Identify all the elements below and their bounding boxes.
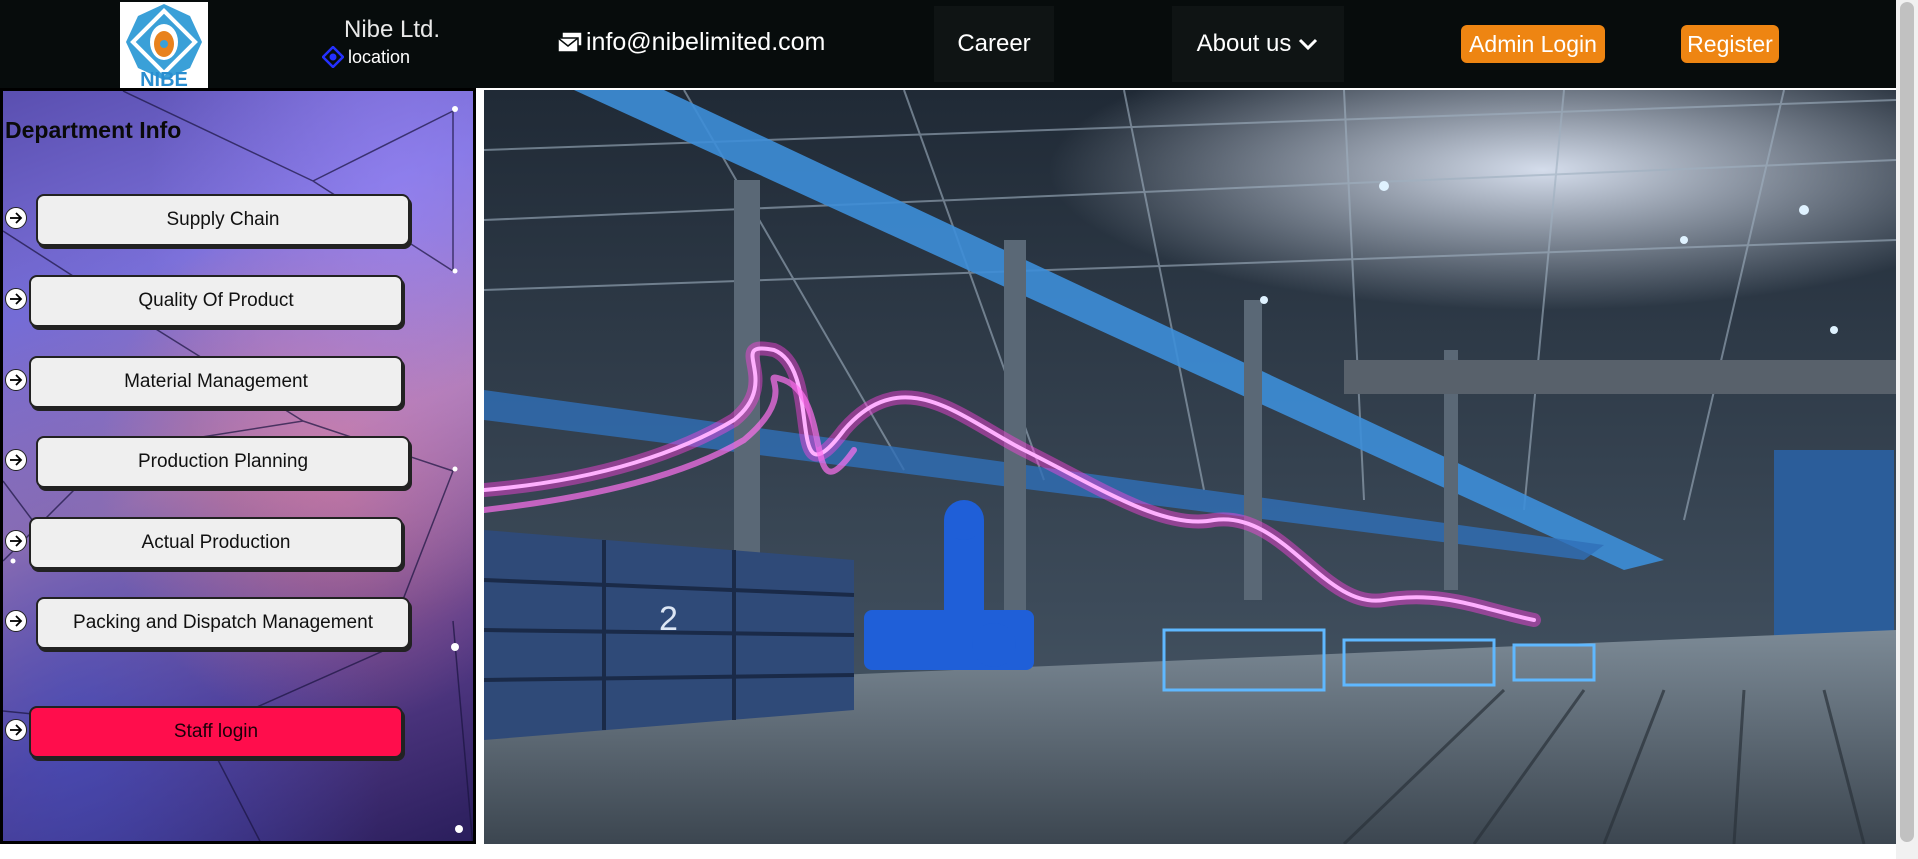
material-management-button[interactable]: Material Management	[29, 356, 403, 408]
factory-illustration: 2	[484, 90, 1896, 844]
dept-item-packing: Packing and Dispatch Management	[3, 597, 473, 649]
page-scrollbar[interactable]	[1896, 0, 1918, 859]
email-icon	[557, 30, 583, 53]
dept-item-production-planning: Production Planning	[3, 436, 473, 488]
arrow-right-icon	[5, 369, 27, 391]
company-logo[interactable]: NIBE	[120, 2, 208, 88]
email-address: info@nibelimited.com	[586, 28, 826, 56]
dept-item-supply-chain: Supply Chain	[3, 194, 473, 246]
nav-career[interactable]: Career	[934, 6, 1054, 82]
logo-emblem: NIBE	[126, 4, 202, 88]
nav-career-label: Career	[957, 30, 1031, 57]
admin-login-button[interactable]: Admin Login	[1461, 25, 1605, 63]
location-label: location	[348, 46, 411, 67]
department-info-title: Department Info	[5, 117, 182, 143]
supply-chain-button[interactable]: Supply Chain	[36, 194, 410, 246]
email-link[interactable]: info@nibelimited.com	[556, 28, 825, 57]
arrow-right-icon	[5, 288, 27, 310]
department-sidebar: Department Info Supply Chain Quality Of …	[0, 88, 476, 844]
arrow-right-icon	[5, 530, 27, 552]
scrollbar-thumb[interactable]	[1900, 2, 1914, 842]
staff-login-button[interactable]: Staff login	[29, 706, 403, 758]
dept-item-actual-production: Actual Production	[3, 517, 473, 569]
svg-text:NIBE: NIBE	[140, 69, 188, 88]
dept-item-material: Material Management	[3, 356, 473, 408]
nav-about-label: About us	[1196, 30, 1292, 57]
company-name: Nibe Ltd.	[344, 16, 441, 43]
arrow-right-icon	[5, 207, 27, 229]
location-icon	[322, 46, 344, 68]
arrow-right-icon	[5, 449, 27, 471]
arrow-right-icon	[5, 719, 27, 741]
nav-about-dropdown[interactable]: About us	[1172, 6, 1344, 82]
factory-hero-image: 2	[484, 90, 1896, 844]
crate-number: 2	[659, 600, 678, 638]
packing-dispatch-button[interactable]: Packing and Dispatch Management	[36, 597, 410, 649]
quality-of-product-button[interactable]: Quality Of Product	[29, 275, 403, 327]
dept-item-staff-login: Staff login	[3, 706, 473, 758]
top-navbar: NIBE Nibe Ltd. location info@nibelimited…	[0, 0, 1896, 88]
chevron-down-icon	[1299, 38, 1318, 51]
arrow-right-icon	[5, 610, 27, 632]
dept-item-quality: Quality Of Product	[3, 275, 473, 327]
actual-production-button[interactable]: Actual Production	[29, 517, 403, 569]
production-planning-button[interactable]: Production Planning	[36, 436, 410, 488]
register-button[interactable]: Register	[1681, 25, 1779, 63]
location-link[interactable]: location	[322, 46, 410, 68]
